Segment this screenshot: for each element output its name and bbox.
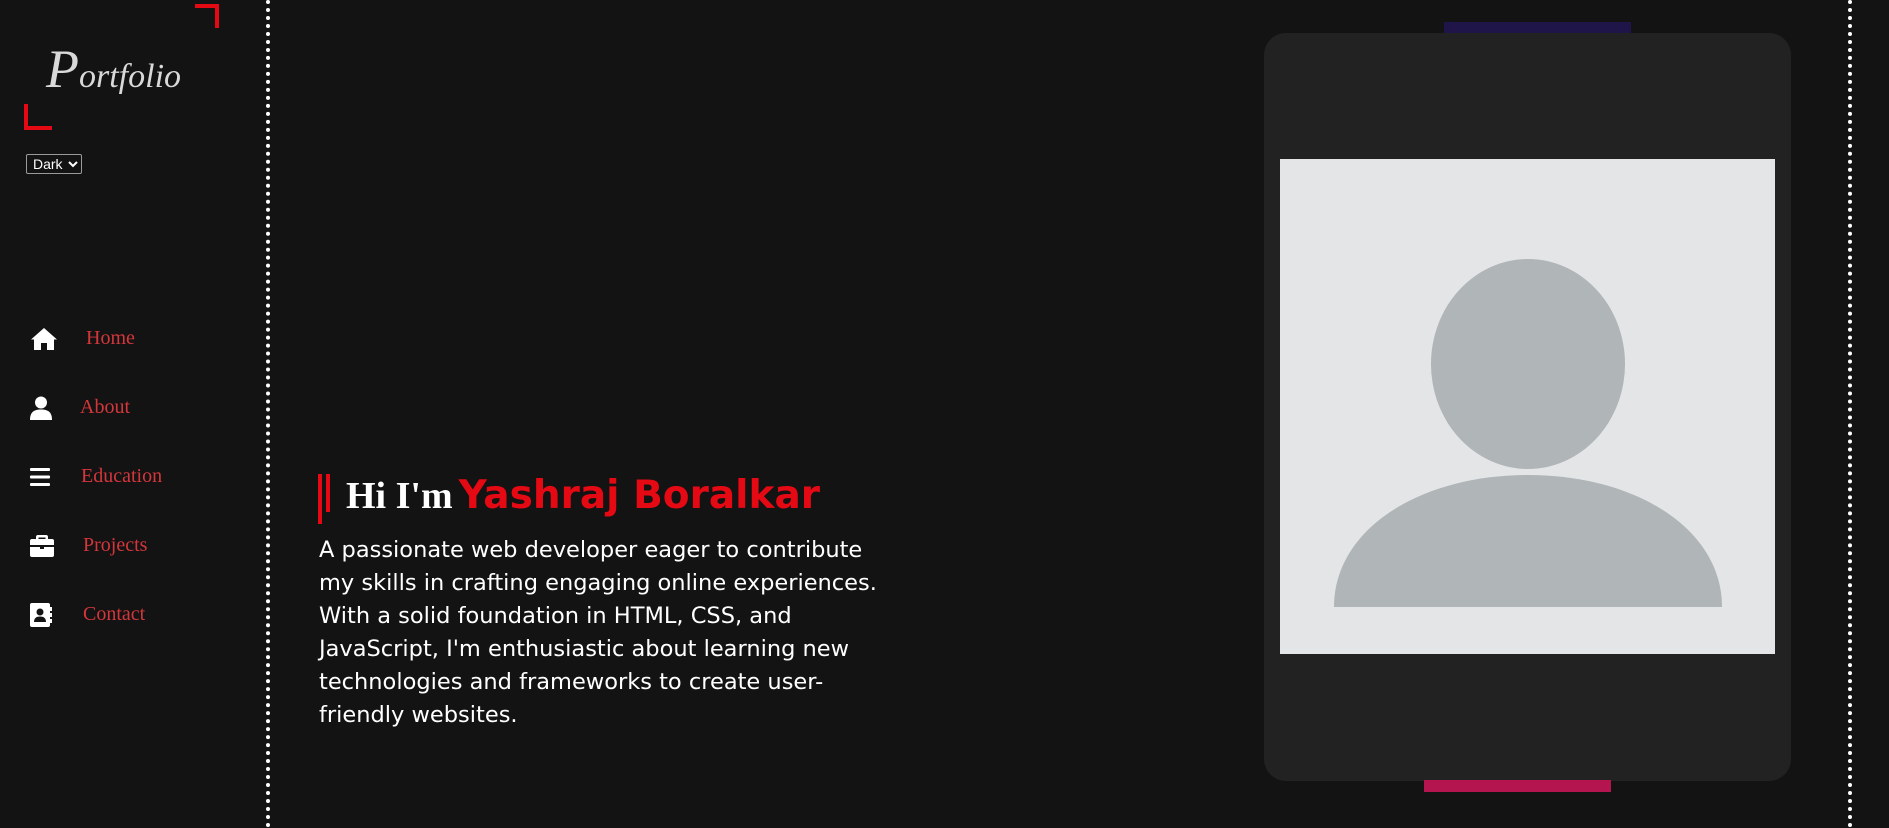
logo-corner-top-right: [195, 4, 219, 28]
home-icon: [30, 323, 62, 355]
nav-label-projects: Projects: [83, 534, 148, 556]
nav-item-about[interactable]: About: [30, 373, 162, 442]
avatar-placeholder-icon: [1334, 259, 1722, 607]
theme-select[interactable]: Dark: [26, 154, 82, 174]
user-icon: [30, 392, 62, 424]
nav-item-projects[interactable]: Projects: [30, 511, 162, 580]
nav-label-education: Education: [81, 465, 163, 487]
nav-item-education[interactable]: Education: [30, 442, 162, 511]
heading-accent-bars: [318, 474, 334, 524]
card-accent-bottom-bar: [1424, 780, 1611, 792]
sidebar: Portfolio Dark Home About Education Proj…: [0, 0, 266, 828]
nav-label-contact: Contact: [83, 603, 146, 625]
hero-intro: A passionate web developer eager to cont…: [319, 537, 877, 728]
hero-heading: Hi I'm Yashraj Boralkar: [346, 476, 820, 515]
logo-text[interactable]: Portfolio: [46, 38, 181, 100]
nav-item-contact[interactable]: Contact: [30, 580, 162, 649]
avatar: [1280, 159, 1775, 654]
briefcase-icon: [30, 530, 62, 562]
logo-corner-bottom-left: [24, 104, 52, 130]
bars-icon: [30, 461, 62, 493]
logo-initial: P: [46, 39, 79, 99]
main-nav: Home About Education Projects Contact: [30, 304, 162, 649]
logo-rest: ortfolio: [79, 58, 182, 95]
nav-label-home: Home: [86, 327, 135, 349]
right-divider: [1848, 0, 1852, 828]
profile-card: [1264, 33, 1791, 781]
contact-book-icon: [30, 599, 62, 631]
nav-label-about: About: [80, 396, 130, 418]
hero-greeting: Hi I'm: [346, 475, 453, 517]
hero-name: Yashraj Boralkar: [458, 473, 821, 518]
nav-item-home[interactable]: Home: [30, 304, 162, 373]
sidebar-divider: [266, 0, 270, 828]
